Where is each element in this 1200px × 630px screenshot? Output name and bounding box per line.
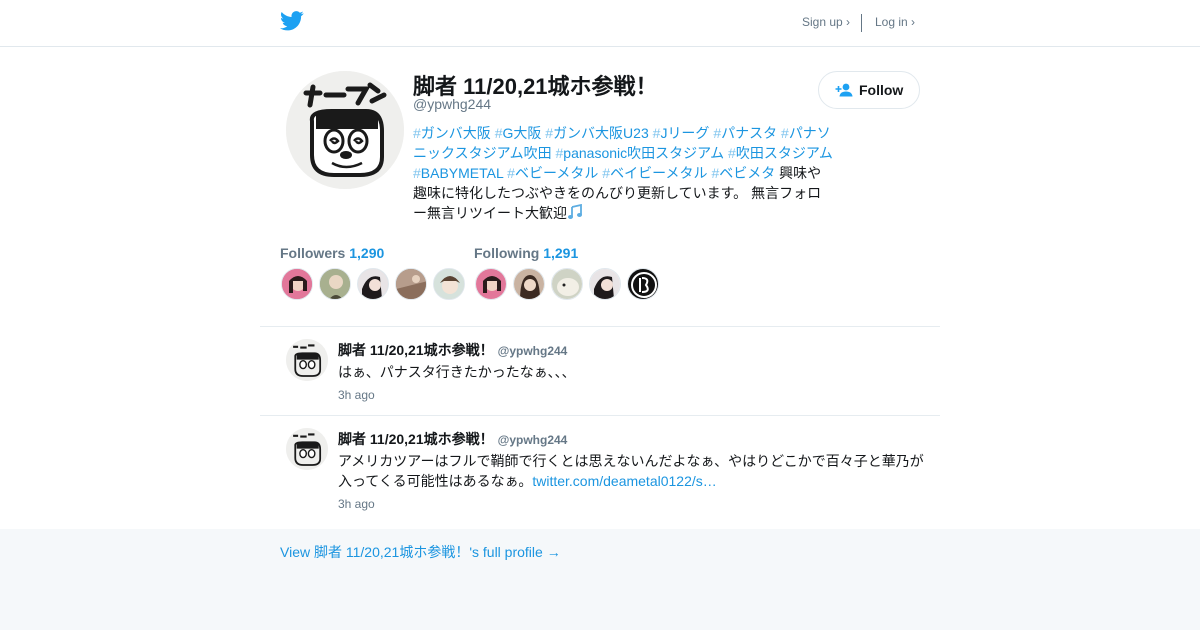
followers-stat[interactable]: Followers 1,290 [280, 245, 384, 261]
tweet-timestamp[interactable]: 3h ago [338, 388, 375, 402]
tweet-timestamp[interactable]: 3h ago [338, 497, 375, 511]
top-bar: Sign up › Log in › [0, 0, 1200, 47]
tweet-author-handle: @ypwhg244 [497, 433, 568, 447]
profile-avatar[interactable] [286, 71, 404, 189]
tweet-text: はぁ、パナスタ行きたかったなぁ、、、 [338, 364, 576, 380]
full-profile-link[interactable]: View 脚者 11/20,21城ホ参戦！'s full profile → [280, 542, 561, 562]
tweet-author-name: 脚者 11/20,21城ホ参戦！ [338, 431, 494, 447]
tweet-avatar[interactable] [286, 339, 328, 381]
bio-hashtag-link[interactable]: #Jリーグ [653, 125, 710, 141]
following-label: Following [474, 245, 540, 261]
profile-card: 脚者 11/20,21城ホ参戦！ @ypwhg244 Follow #ガンバ大阪… [0, 47, 1200, 529]
following-stat[interactable]: Following 1,291 [474, 245, 578, 261]
bio-hashtag-link[interactable]: #ベビーメタル [507, 165, 598, 181]
musical-note-icon [568, 204, 582, 219]
tweet-author[interactable]: 脚者 11/20,21城ホ参戦！ @ypwhg244 [338, 340, 567, 360]
tweet-link[interactable]: twitter.com/deametal0122/s… [532, 473, 716, 489]
profile-bio: #ガンバ大阪 #G大阪 #ガンバ大阪U23 #Jリーグ #パナスタ #パナソニッ… [413, 123, 833, 223]
tweet-avatar[interactable] [286, 428, 328, 470]
divider [260, 326, 940, 327]
bio-hashtag-link[interactable]: #パナスタ [713, 125, 777, 141]
twitter-bird-icon[interactable] [280, 11, 304, 31]
following-avatar[interactable] [513, 268, 545, 300]
perman-character-image [286, 71, 404, 189]
follow-button[interactable]: Follow [818, 71, 920, 109]
tweet-author[interactable]: 脚者 11/20,21城ホ参戦！ @ypwhg244 [338, 429, 567, 449]
following-avatar[interactable] [551, 268, 583, 300]
following-count: 1,291 [543, 245, 579, 261]
bio-hashtag-link[interactable]: #ベイビーメタル [602, 165, 707, 181]
bio-hashtags: #ガンバ大阪 #G大阪 #ガンバ大阪U23 #Jリーグ #パナスタ #パナソニッ… [413, 125, 833, 181]
following-avatar[interactable] [627, 268, 659, 300]
tweet-author-name: 脚者 11/20,21城ホ参戦！ [338, 342, 494, 358]
bio-hashtag-link[interactable]: #BABYMETAL [413, 165, 503, 181]
follow-button-label: Follow [859, 82, 904, 98]
bio-hashtag-link[interactable]: #panasonic吹田スタジアム [556, 145, 725, 161]
follower-avatar[interactable] [281, 268, 313, 300]
bio-hashtag-link[interactable]: #G大阪 [495, 125, 542, 141]
follower-avatar[interactable] [319, 268, 351, 300]
signup-link[interactable]: Sign up › [802, 15, 850, 29]
tweet-author-handle: @ypwhg244 [497, 344, 568, 358]
follower-avatar[interactable] [433, 268, 465, 300]
followers-count: 1,290 [349, 245, 385, 261]
following-avatar[interactable] [475, 268, 507, 300]
add-user-icon [835, 83, 853, 97]
tweet-text: アメリカツアーはフルで鞘師で行くとは思えないんだよなぁ、やはりどこかで百々子と華… [338, 451, 930, 491]
profile-handle: @ypwhg244 [413, 96, 492, 112]
follower-avatar[interactable] [395, 268, 427, 300]
followers-label: Followers [280, 245, 346, 261]
divider [260, 415, 940, 416]
following-avatar[interactable] [589, 268, 621, 300]
follower-avatar[interactable] [357, 268, 389, 300]
bio-hashtag-link[interactable]: #ベビメタ [711, 165, 775, 181]
bio-hashtag-link[interactable]: #吹田スタジアム [728, 145, 833, 161]
bio-hashtag-link[interactable]: #ガンバ大阪U23 [545, 125, 648, 141]
bio-hashtag-link[interactable]: #ガンバ大阪 [413, 125, 491, 141]
login-link[interactable]: Log in › [875, 15, 915, 29]
header-separator [861, 14, 862, 32]
